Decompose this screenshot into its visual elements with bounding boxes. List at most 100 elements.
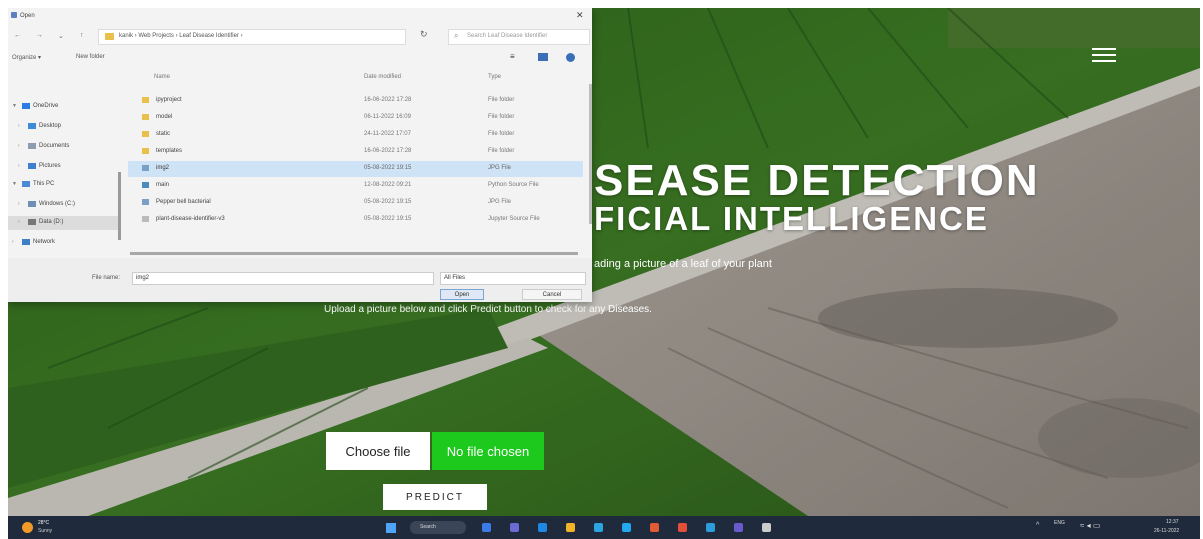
taskbar-app-icon[interactable] [622,523,631,532]
predict-button[interactable]: PREDICT [383,484,487,510]
nav-item-documents[interactable]: › Documents [8,140,120,154]
wifi-volume-battery-icon[interactable]: ≈ ◂ ▭ [1080,521,1100,530]
taskbar-app-icon[interactable] [594,523,603,532]
taskbar-app-icon[interactable] [762,523,771,532]
file-date: 05-08-2022 19:15 [364,199,412,205]
clock-time[interactable]: 12:37 [1166,519,1179,525]
chevron-right-icon[interactable]: › [18,123,20,129]
help-icon[interactable] [566,53,575,62]
column-header-name[interactable]: Name [154,74,170,80]
chevron-down-icon[interactable]: ▼ [12,181,17,187]
nav-item-pictures[interactable]: › Pictures [8,160,120,174]
file-row[interactable]: plant-disease-identifier-v3 05-08-2022 1… [128,212,583,228]
taskbar-app-icon[interactable] [678,523,687,532]
nav-item-desktop[interactable]: › Desktop [8,120,120,134]
chevron-right-icon[interactable]: › [12,239,14,245]
search-input[interactable]: ⌕ Search Leaf Disease Identifier [448,29,590,45]
file-date: 16-06-2022 17:28 [364,148,412,154]
file-row[interactable]: main 12-08-2022 09:21 Python Source File [128,178,583,194]
address-bar[interactable]: kanik › Web Projects › Leaf Disease Iden… [98,29,406,45]
file-name: main [156,182,170,188]
open-button[interactable]: Open [440,289,484,300]
horizontal-scrollbar[interactable] [130,252,578,255]
clock-date[interactable]: 26-11-2022 [1154,528,1179,534]
file-type: Jupyter Source File [488,216,540,222]
file-date: 24-11-2022 17:07 [364,131,411,137]
forward-arrow-icon[interactable]: → [36,32,43,39]
file-row-selected[interactable]: img2 05-08-2022 19:15 JPG File [128,161,583,177]
file-type: JPG File [488,165,512,171]
taskbar-app-icon[interactable] [706,523,715,532]
file-date: 06-11-2022 16:09 [364,114,411,120]
image-file-icon [142,165,149,171]
file-name-value: img2 [136,275,150,281]
recent-chevron-icon[interactable]: ⌄ [58,32,64,40]
weather-condition: Sunny [38,528,53,534]
taskbar-search-label: Search [420,524,436,530]
chevron-right-icon[interactable]: › [18,163,20,169]
file-name: templates [156,148,183,154]
file-type-select[interactable]: All Files [440,272,586,285]
pictures-icon [28,163,36,169]
taskbar-app-icon[interactable] [482,523,491,532]
chevron-right-icon[interactable]: › [18,201,20,207]
file-row[interactable]: templates 16-06-2022 17:28 File folder [128,144,583,160]
nav-item-label: Documents [39,143,70,149]
close-icon[interactable]: ✕ [576,10,584,21]
notebook-file-icon [142,216,149,222]
file-row[interactable]: ipyproject 16-06-2022 17:28 File folder [128,93,583,109]
taskbar-app-icon[interactable] [650,523,659,532]
nav-scrollbar[interactable] [118,172,121,240]
file-row[interactable]: Pepper bell bacterial 05-08-2022 19:15 J… [128,195,583,211]
nav-item-network[interactable]: › Network [8,236,120,250]
file-type: File folder [488,131,515,137]
organize-menu[interactable]: Organize ▾ [12,54,41,61]
dialog-app-icon [11,12,17,18]
file-date: 16-06-2022 17:28 [364,97,412,103]
cloud-icon [22,103,30,109]
file-date: 05-08-2022 19:15 [364,165,412,171]
chevron-up-icon[interactable]: ^ [1036,522,1039,529]
file-list-scrollbar[interactable] [589,84,592,224]
taskbar-app-icon[interactable] [538,523,547,532]
file-name-field[interactable]: img2 [132,272,434,285]
nav-item-label: Desktop [39,123,62,129]
file-type-value: All Files [444,275,466,281]
desktop-icon [28,123,36,129]
sun-icon[interactable] [22,522,33,533]
nav-item-data-d[interactable]: › Data (D:) [8,216,120,230]
app-window: SEASE DETECTION FICIAL INTELLIGENCE adin… [8,8,1200,516]
choose-file-button[interactable]: Choose file [326,432,430,470]
nav-item-label: This PC [33,181,55,187]
view-options-icon[interactable]: ≡ [510,52,515,61]
chevron-down-icon[interactable]: ▼ [12,103,17,109]
nav-item-onedrive[interactable]: ▼ OneDrive [8,100,120,114]
nav-item-label: Pictures [39,163,61,169]
up-arrow-icon[interactable]: ↑ [80,32,84,39]
refresh-icon[interactable]: ↻ [420,29,428,40]
file-name: static [156,131,171,137]
file-row[interactable]: model 06-11-2022 16:09 File folder [128,110,583,126]
nav-item-this-pc[interactable]: ▼ This PC [8,178,120,192]
hamburger-menu-icon[interactable] [1092,48,1116,64]
chevron-right-icon[interactable]: › [18,143,20,149]
windows-start-icon[interactable] [386,523,396,533]
nav-item-windows-c[interactable]: › Windows (C:) [8,198,120,212]
taskbar-app-icon[interactable] [734,523,743,532]
cancel-button[interactable]: Cancel [522,289,582,300]
back-arrow-icon[interactable]: ← [14,32,21,39]
language-indicator[interactable]: ENG [1054,520,1065,526]
folder-icon [105,33,114,40]
taskbar-app-icon[interactable] [510,523,519,532]
nav-item-label: Windows (C:) [39,201,76,207]
preview-pane-icon[interactable] [538,53,548,61]
file-name: img2 [156,165,170,171]
taskbar-search[interactable]: Search [410,521,466,534]
chevron-right-icon[interactable]: › [18,219,20,225]
file-name-label: File name: [92,275,121,281]
taskbar-app-icon[interactable] [566,523,575,532]
column-header-date[interactable]: Date modified [364,74,401,80]
new-folder-button[interactable]: New folder [76,54,105,60]
column-header-type[interactable]: Type [488,74,501,80]
file-row[interactable]: static 24-11-2022 17:07 File folder [128,127,583,143]
